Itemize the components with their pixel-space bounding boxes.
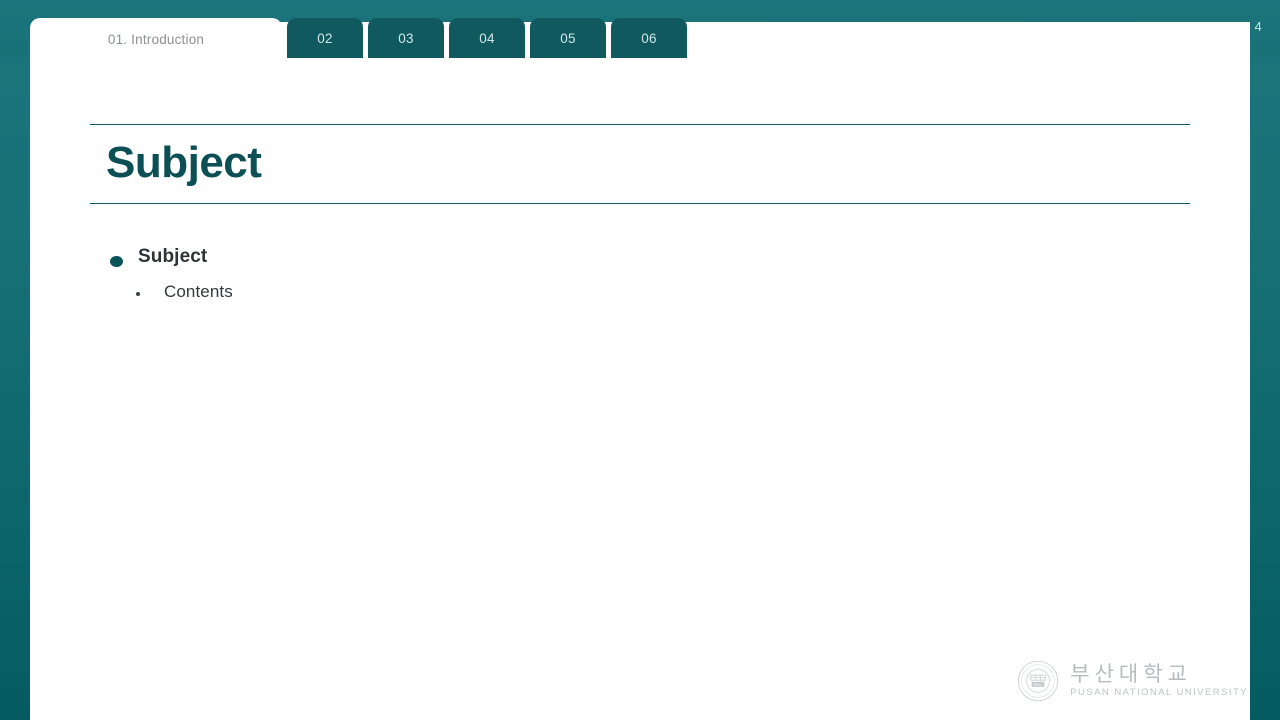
svg-text:PNU: PNU <box>1034 683 1043 687</box>
bullet-dot-icon <box>110 256 123 267</box>
logo-text-block: 부산대학교 PUSAN NATIONAL UNIVERSITY <box>1070 664 1248 697</box>
bullet-level2-label: Contents <box>164 282 233 301</box>
logo-name-en: PUSAN NATIONAL UNIVERSITY <box>1070 686 1248 698</box>
logo-name-kr: 부산대학교 <box>1070 663 1192 687</box>
university-seal-icon: PNU <box>1018 660 1059 702</box>
slide-canvas: 4 01. Introduction 02 03 04 05 06 Subjec… <box>0 0 1280 720</box>
bullet-level2: Contents <box>108 282 1108 302</box>
university-logo: PNU 부산대학교 PUSAN NATIONAL UNIVERSITY <box>1017 660 1248 702</box>
title-rule-top <box>90 124 1190 125</box>
slide-content: Subject Subject Contents PNU 부산대학교 PUSAN… <box>0 0 1280 720</box>
bullet-level1: Subject <box>108 246 1108 268</box>
sub-bullet-dot-icon <box>136 292 140 296</box>
title-rule-bottom <box>90 203 1190 204</box>
page-title: Subject <box>106 138 262 187</box>
bullet-level1-label: Subject <box>138 246 208 267</box>
body-bullet-list: Subject Contents <box>108 246 1108 310</box>
